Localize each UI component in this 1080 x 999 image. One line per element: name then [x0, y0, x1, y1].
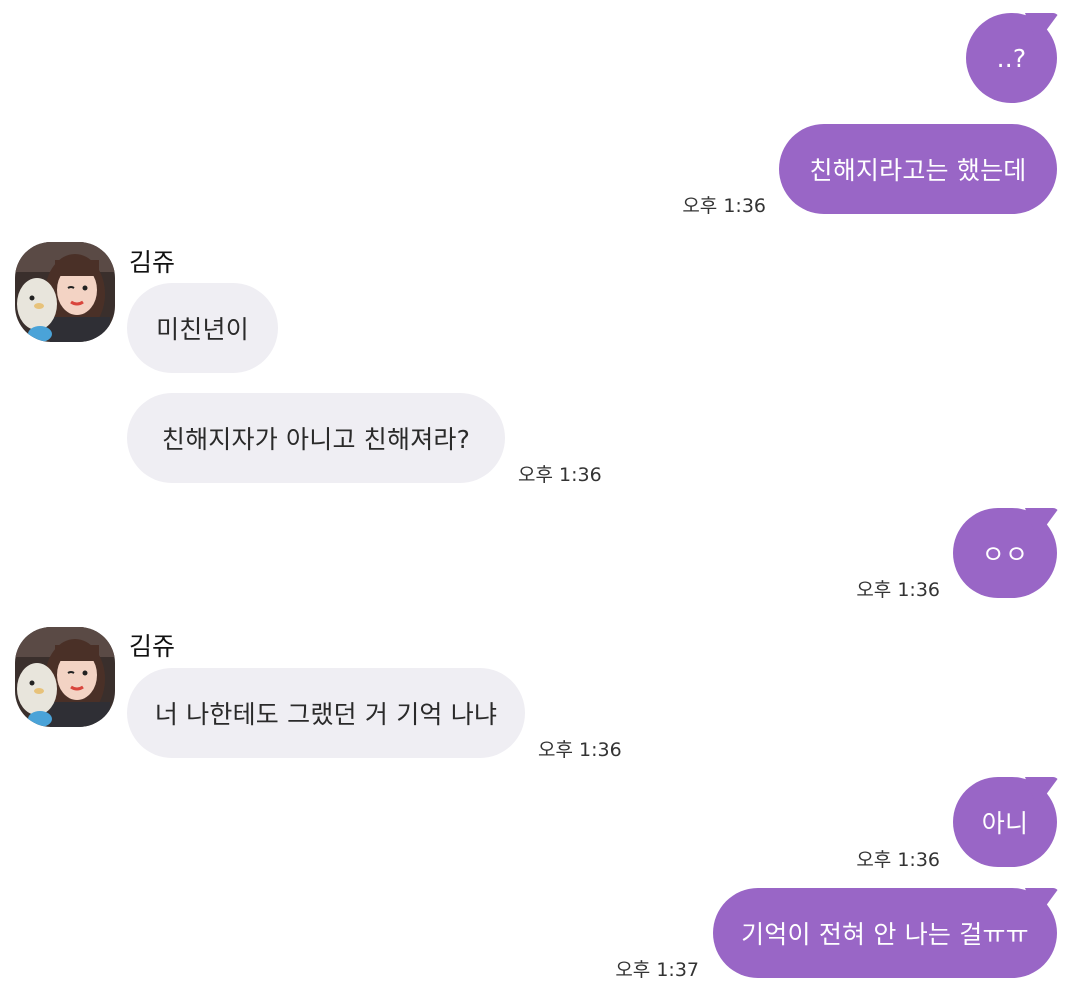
message-timestamp: 오후 1:36 — [682, 195, 766, 217]
chat-message-list[interactable]: ..? 친해지라고는 했는데 오후 1:36 김쥬 미친년이 친해지자가 아니고… — [0, 0, 1080, 999]
their-message-bubble[interactable]: 미친년이 — [127, 283, 278, 373]
their-message-bubble[interactable]: 너 나한테도 그랬던 거 기억 나냐 — [127, 668, 525, 758]
profile-photo-icon — [15, 627, 115, 727]
my-message-bubble[interactable]: ..? — [966, 13, 1057, 103]
my-message-bubble[interactable]: 친해지라고는 했는데 — [779, 124, 1057, 214]
contact-avatar[interactable] — [15, 242, 115, 342]
my-message-bubble[interactable]: 아니 — [953, 777, 1057, 867]
message-timestamp: 오후 1:36 — [856, 849, 940, 871]
message-timestamp: 오후 1:36 — [518, 464, 602, 486]
message-text: 친해지자가 아니고 친해져라? — [161, 425, 471, 454]
my-message-bubble[interactable]: 기억이 전혀 안 나는 걸ㅠㅠ — [713, 888, 1057, 978]
message-text: 기억이 전혀 안 나는 걸ㅠㅠ — [741, 920, 1029, 949]
message-text: 친해지라고는 했는데 — [809, 156, 1027, 185]
message-timestamp: 오후 1:36 — [538, 739, 622, 761]
message-timestamp: 오후 1:36 — [856, 579, 940, 601]
message-text: 너 나한테도 그랬던 거 기억 나냐 — [154, 700, 498, 729]
message-text: 미친년이 — [156, 315, 249, 344]
sender-name: 김쥬 — [129, 248, 176, 277]
message-text: ㅇㅇ — [981, 540, 1029, 569]
their-message-bubble[interactable]: 친해지자가 아니고 친해져라? — [127, 393, 505, 483]
sender-name: 김쥬 — [129, 632, 176, 661]
message-text: 아니 — [981, 809, 1029, 838]
profile-photo-icon — [15, 242, 115, 342]
contact-avatar[interactable] — [15, 627, 115, 727]
message-timestamp: 오후 1:37 — [615, 959, 699, 981]
my-message-bubble[interactable]: ㅇㅇ — [953, 508, 1057, 598]
message-text: ..? — [996, 43, 1027, 73]
